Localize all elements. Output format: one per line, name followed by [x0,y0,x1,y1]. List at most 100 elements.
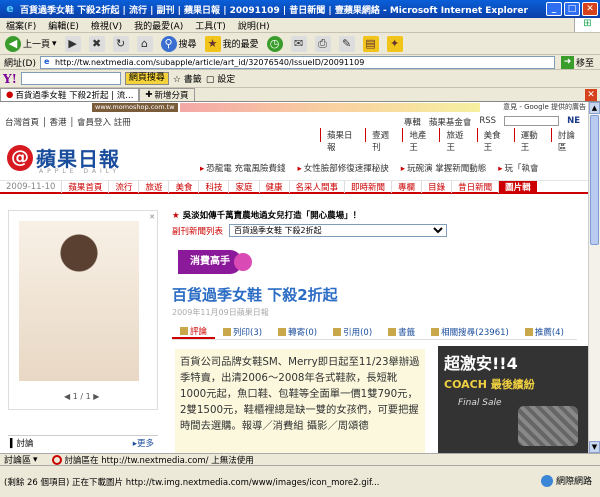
photo-pager[interactable]: ◀ 1 / 1 ▶ [64,392,99,401]
forward-arrow-icon: ▶ [64,35,81,52]
history-button[interactable]: ◷ [264,34,286,54]
channel-property[interactable]: 地產王 [402,128,439,153]
momo-ad[interactable]: www.momoshop.com.tw [92,103,178,112]
tab-new[interactable]: ✚ 新增分頁 [139,88,195,101]
action-forward[interactable]: 轉寄(0) [270,326,325,338]
channel-travel[interactable]: 旅遊王 [439,128,476,153]
yahoo-settings[interactable]: ▢ 設定 [206,72,235,85]
scroll-up-icon[interactable]: ▲ [589,102,600,114]
side-news-dropdown[interactable]: 百貨過季女鞋 下殺2折起 [229,224,448,237]
nav-travel[interactable]: 旅遊 [138,180,168,193]
yahoo-search-input[interactable] [20,72,121,85]
search-button[interactable]: ⚲ 搜尋 [158,34,200,54]
nav-health[interactable]: 健康 [258,180,289,193]
search-icon: ⚲ [160,35,177,52]
page-favicon-icon: ● [6,90,14,100]
print-button[interactable]: ⎙ [312,34,334,54]
ad-bags-image [518,406,578,446]
edit-button[interactable]: ✎ [336,34,358,54]
discuss-button[interactable]: ▤ [360,34,382,54]
go-button[interactable]: ➜ 移至 [555,55,600,69]
tab-article[interactable]: ● 百貨過季女鞋 下殺2折起 | 流... [0,88,140,101]
ticker-item[interactable]: 女性臉部修復速揮秘訣 [297,162,389,174]
action-print[interactable]: 列印(3) [215,326,270,338]
menu-file[interactable]: 檔案(F) [0,19,42,32]
nav-tech[interactable]: 科技 [198,180,228,193]
back-button[interactable]: ◀ 上一頁 ▾ [2,34,60,54]
mail-button[interactable]: ✉ [288,34,310,54]
promo-banner[interactable] [180,103,480,112]
mail-icon: ✉ [290,35,307,52]
scroll-down-icon[interactable]: ▼ [589,441,600,453]
action-comment[interactable]: 評論 [172,325,216,339]
channel-bar: 蘋果日報 壹週刊 地產王 旅遊王 美食王 運動王 討論區 [320,128,588,153]
refresh-button[interactable]: ↻ [110,34,132,54]
menu-tools[interactable]: 工具(T) [189,19,232,32]
menu-view[interactable]: 檢視(V) [85,19,128,32]
close-button[interactable]: ✕ [582,2,598,16]
messenger-button[interactable]: ✦ [384,34,406,54]
action-related[interactable]: 相關搜尋(23961) [423,326,517,338]
menu-edit[interactable]: 編輯(E) [42,19,85,32]
article-photo[interactable] [19,221,139,381]
standard-toolbar: ◀ 上一頁 ▾ ▶ ✖ ↻ ⌂ ⚲ 搜尋 ★ 我的最愛 ◷ ✉ ⎙ ✎ ▤ ✦ [0,33,600,55]
farm-headline-link[interactable]: 吳淡如傳千萬賣農地過女兒打造「開心農場」！ [172,209,362,221]
url-input[interactable]: http://tw.nextmedia.com/subapple/article… [39,55,555,69]
side-news-selector: 副刊新聞列表 百貨過季女鞋 下殺2折起 [172,224,448,237]
link-rss[interactable]: RSS [479,116,496,128]
close-icon[interactable]: ✕ [149,213,155,221]
internet-globe-icon [540,474,553,487]
zone-label: 網際網路 [555,477,592,487]
edit-icon: ✎ [338,35,355,52]
nav-gallery[interactable]: 圖片輯 [498,180,537,193]
google-ads-label[interactable]: 意見 - Google 提供的廣告 [503,102,586,112]
menu-favorites[interactable]: 我的最愛(A) [128,19,189,32]
stop-button[interactable]: ✖ [86,34,108,54]
action-cite[interactable]: 引用(0) [325,326,380,338]
maximize-button[interactable]: □ [564,2,580,16]
coach-ad-banner[interactable]: 超激安!!4 COACH 最後繽紛 Final Sale [438,346,588,453]
region-login-links[interactable]: 台灣首頁 │ 香港 │ 會員登入 註冊 [5,116,131,128]
nav-food[interactable]: 美食 [168,180,198,193]
channel-food[interactable]: 美食王 [476,128,514,153]
action-cite-label: 引用(0) [343,327,373,338]
ticker-item[interactable]: 玩「執會 [498,162,539,174]
yahoo-logo-icon[interactable]: Y! [3,72,17,86]
back-label: 上一頁 [23,40,51,50]
vertical-scrollbar[interactable]: ▲ ▼ [588,102,600,453]
scroll-thumb[interactable] [590,115,599,245]
site-search-input[interactable] [504,116,560,126]
new-tab-icon: ✚ [145,90,153,100]
yahoo-bookmarks[interactable]: ☆ 書籤 [173,72,202,85]
forward-button[interactable]: ▶ [62,34,84,54]
nav-home[interactable]: 蘋果首頁 [61,180,108,193]
channel-forum[interactable]: 討論區 [550,128,588,153]
nav-columns[interactable]: 專欄 [391,180,421,193]
channel-apple[interactable]: 蘋果日報 [320,128,365,153]
action-recommend[interactable]: 推薦(4) [517,326,572,338]
nav-celebrity[interactable]: 名采人間事 [288,180,345,193]
link-foundation[interactable]: 蘋果基金會 [429,116,472,128]
channel-weekly[interactable]: 壹週刊 [365,128,402,153]
favorites-button[interactable]: ★ 我的最愛 [202,34,262,54]
discuss-more-link[interactable]: ▸更多 [133,437,154,449]
windows-logo-icon: ⊞ [574,18,600,32]
yahoo-search-button[interactable]: 網頁搜尋 [124,72,169,85]
home-button[interactable]: ⌂ [134,34,156,54]
site-logo[interactable]: @ 蘋果日報 APPLE DAILY [7,143,120,175]
action-bookmark[interactable]: 書籤 [380,326,423,338]
minimize-button[interactable]: _ [546,2,562,16]
chevron-down-icon[interactable]: ▾ [52,39,57,49]
tab-close-button[interactable]: ✕ [585,89,597,101]
nav-fashion[interactable]: 流行 [108,180,138,193]
ticker-item[interactable]: 玩碗演 掌握新聞動態 [401,162,486,174]
link-albums[interactable]: 專輯 [404,116,421,128]
nav-realtime[interactable]: 即時新聞 [344,180,391,193]
nextmedia-logo[interactable]: NE [567,116,580,128]
nav-family[interactable]: 家庭 [228,180,258,193]
ticker-item[interactable]: 恐龍電 充電風險費錢 [200,162,285,174]
channel-sports[interactable]: 運動王 [513,128,551,153]
nav-archive[interactable]: 昔日新聞 [451,180,498,193]
menu-help[interactable]: 說明(H) [232,19,276,32]
nav-index[interactable]: 目錄 [421,180,451,193]
